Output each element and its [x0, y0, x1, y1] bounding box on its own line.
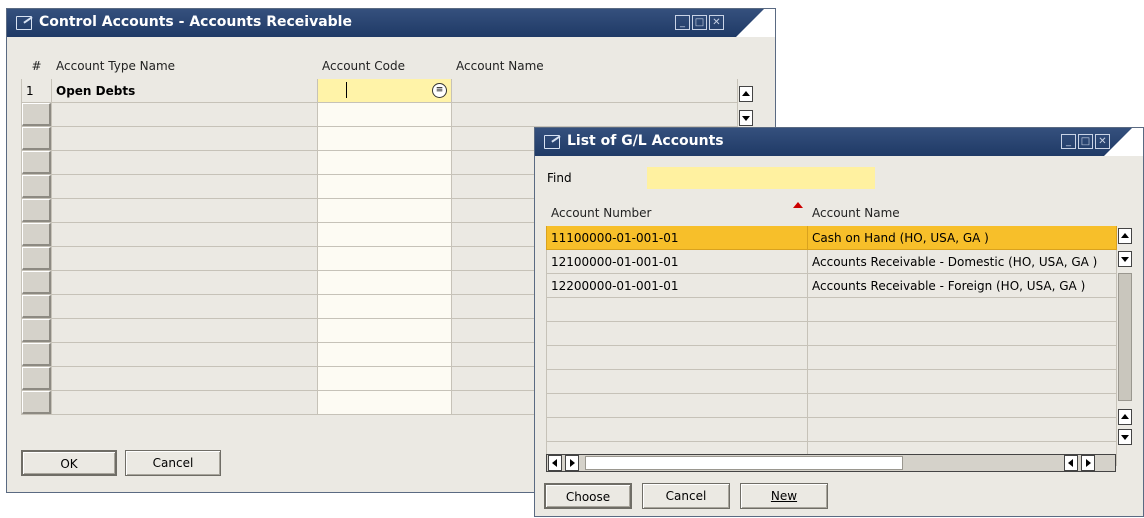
table-row[interactable]: 1 Open Debts ≡: [21, 78, 738, 103]
table-row[interactable]: [21, 102, 738, 127]
account-type-name-cell: Open Debts: [51, 78, 318, 103]
window-maximize-icon[interactable]: □: [1078, 134, 1093, 149]
find-label: Find: [547, 171, 572, 185]
table-row[interactable]: [546, 417, 1117, 442]
window-maximize-icon[interactable]: □: [692, 15, 707, 30]
column-header-account-type-name[interactable]: Account Type Name: [51, 52, 318, 79]
table-row[interactable]: [546, 345, 1117, 370]
scroll-left-button[interactable]: [548, 455, 562, 471]
table-row[interactable]: 11100000-01-001-01 Cash on Hand (HO, USA…: [546, 225, 1117, 250]
table-row[interactable]: [546, 321, 1117, 346]
account-number-cell: 11100000-01-001-01: [546, 225, 808, 250]
new-button-label: New: [770, 489, 798, 503]
horizontal-scrollbar-thumb[interactable]: [585, 456, 903, 470]
window-minimize-icon[interactable]: _: [675, 15, 690, 30]
scroll-down-button[interactable]: [739, 110, 753, 126]
find-input[interactable]: [647, 167, 875, 189]
window-close-icon[interactable]: ✕: [709, 15, 724, 30]
ok-button[interactable]: OK: [21, 450, 117, 476]
column-header-account-code[interactable]: Account Code: [317, 52, 452, 79]
column-header-account-name[interactable]: Account Name: [451, 52, 738, 79]
form-icon: [544, 135, 560, 149]
table-row[interactable]: 12200000-01-001-01 Accounts Receivable -…: [546, 273, 1117, 298]
scroll-right-button[interactable]: [1081, 455, 1095, 471]
gl-accounts-window: List of G/L Accounts _ □ ✕ Find Account …: [534, 127, 1144, 517]
table-row[interactable]: [546, 369, 1117, 394]
row-number: 1: [21, 78, 52, 103]
scroll-down-button[interactable]: [1118, 251, 1132, 267]
account-code-cell[interactable]: ≡: [317, 78, 452, 103]
window-title: Control Accounts - Accounts Receivable: [39, 14, 352, 30]
sort-ascending-icon: [793, 202, 803, 208]
horizontal-scrollbar[interactable]: [546, 454, 1116, 472]
window-minimize-icon[interactable]: _: [1061, 134, 1076, 149]
scroll-left-button[interactable]: [1064, 455, 1078, 471]
table-row[interactable]: 12100000-01-001-01 Accounts Receivable -…: [546, 249, 1117, 274]
table-row[interactable]: [546, 297, 1117, 322]
control-accounts-titlebar[interactable]: Control Accounts - Accounts Receivable _…: [7, 9, 775, 37]
table-row[interactable]: [546, 393, 1117, 418]
form-icon: [16, 16, 32, 30]
account-name-cell: Accounts Receivable - Foreign (HO, USA, …: [807, 273, 1117, 298]
scroll-right-button[interactable]: [565, 455, 579, 471]
account-name-cell: [451, 78, 738, 103]
column-header-account-number[interactable]: Account Number: [546, 199, 808, 226]
scroll-up-button[interactable]: [1118, 228, 1132, 244]
choose-from-list-icon[interactable]: ≡: [432, 83, 447, 98]
scroll-down-button[interactable]: [1118, 429, 1132, 445]
account-number-cell: 12100000-01-001-01: [546, 249, 808, 274]
gl-accounts-titlebar[interactable]: List of G/L Accounts _ □ ✕: [535, 128, 1143, 156]
window-close-icon[interactable]: ✕: [1095, 134, 1110, 149]
new-button[interactable]: New: [740, 483, 828, 509]
cancel-button[interactable]: Cancel: [125, 450, 221, 476]
column-header-number[interactable]: #: [21, 52, 52, 79]
account-name-cell: Cash on Hand (HO, USA, GA ): [807, 225, 1117, 250]
cancel-button[interactable]: Cancel: [642, 483, 730, 509]
column-header-account-name[interactable]: Account Name: [807, 199, 1117, 226]
choose-button[interactable]: Choose: [544, 483, 632, 509]
text-cursor: [346, 82, 347, 98]
scroll-up-button[interactable]: [1118, 409, 1132, 425]
gl-accounts-grid: Account Number Account Name 11100000-01-…: [546, 199, 1117, 466]
account-name-cell: Accounts Receivable - Domestic (HO, USA,…: [807, 249, 1117, 274]
scroll-up-button[interactable]: [739, 86, 753, 102]
account-number-cell: 12200000-01-001-01: [546, 273, 808, 298]
window-title: List of G/L Accounts: [567, 133, 724, 149]
vertical-scrollbar-thumb[interactable]: [1118, 273, 1132, 401]
